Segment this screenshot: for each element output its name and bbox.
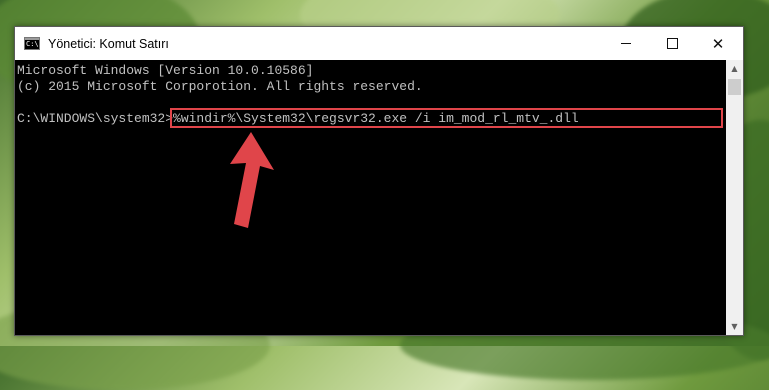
minimize-icon xyxy=(621,43,631,44)
chevron-down-icon: ▼ xyxy=(731,322,738,331)
red-arrow-icon xyxy=(230,132,274,228)
maximize-icon xyxy=(666,38,678,49)
scroll-up-button[interactable]: ▲ xyxy=(726,60,743,77)
maximize-button[interactable] xyxy=(649,27,695,60)
vertical-scrollbar[interactable]: ▲ ▼ xyxy=(726,60,743,335)
app-icon-text: C:\ xyxy=(26,40,39,48)
command-highlight-box xyxy=(170,108,723,128)
console-line: Microsoft Windows [Version 10.0.10586] xyxy=(17,63,314,78)
command-prompt-window: C:\ Yönetici: Komut Satırı ✕ Microsoft W… xyxy=(14,26,744,336)
command-prompt-icon[interactable]: C:\ xyxy=(24,37,40,50)
close-icon: ✕ xyxy=(711,34,725,53)
minimize-button[interactable] xyxy=(603,27,649,60)
console-output[interactable]: Microsoft Windows [Version 10.0.10586] (… xyxy=(15,60,726,335)
close-button[interactable]: ✕ xyxy=(695,27,741,60)
scroll-down-button[interactable]: ▼ xyxy=(726,318,743,335)
scroll-thumb[interactable] xyxy=(728,79,741,95)
console-line: (c) 2015 Microsoft Corporotion. All righ… xyxy=(17,79,423,94)
window-title: Yönetici: Komut Satırı xyxy=(48,36,169,51)
chevron-up-icon: ▲ xyxy=(731,64,738,73)
title-bar[interactable]: C:\ Yönetici: Komut Satırı ✕ xyxy=(15,27,743,60)
